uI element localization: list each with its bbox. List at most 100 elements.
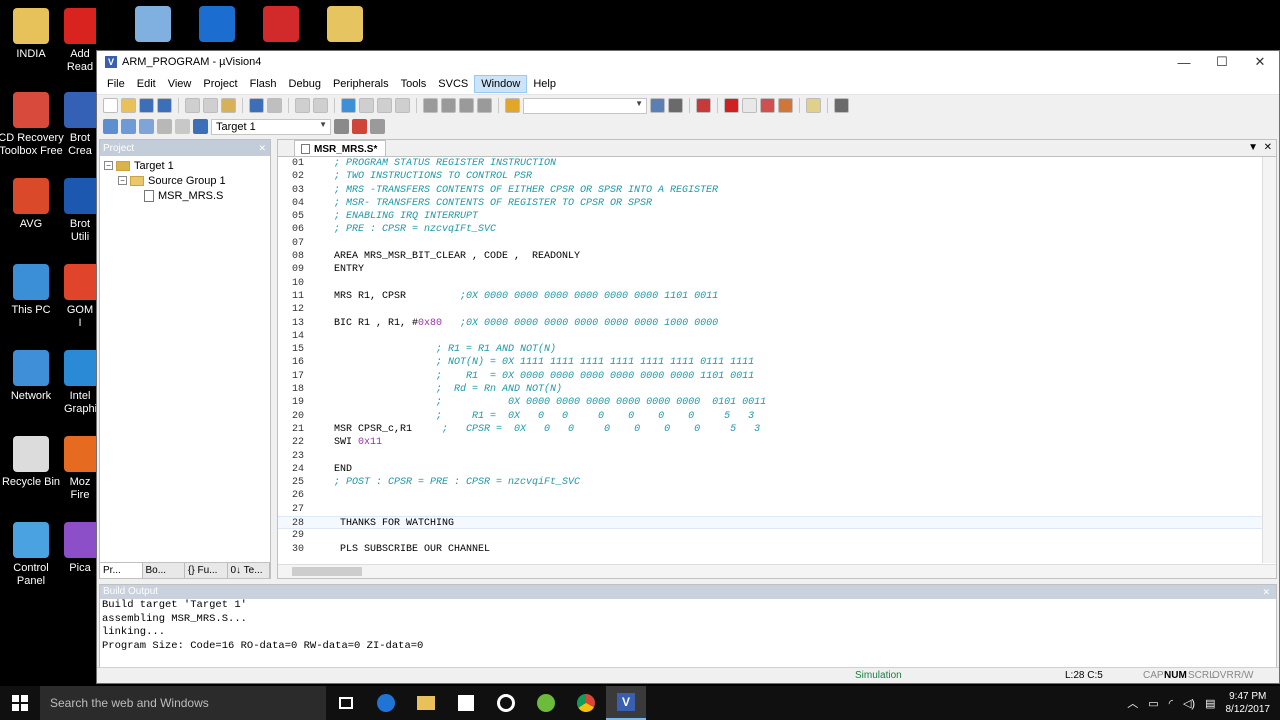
close-button[interactable]: ✕ — [1241, 54, 1279, 70]
nav-back-icon[interactable] — [295, 98, 310, 113]
disable-breakpoint-icon[interactable] — [742, 98, 757, 113]
kill-breakpoints-icon[interactable] — [760, 98, 775, 113]
menu-edit[interactable]: Edit — [131, 76, 162, 92]
code-line[interactable]: 07 — [278, 237, 1263, 250]
utorrent-icon[interactable] — [526, 686, 566, 720]
save-icon[interactable] — [139, 98, 154, 113]
indent-icon[interactable] — [423, 98, 438, 113]
task-view-icon[interactable] — [326, 686, 366, 720]
breakpoint-icon[interactable] — [724, 98, 739, 113]
redo-icon[interactable] — [267, 98, 282, 113]
code-line[interactable]: 21 MSR CPSR_c,R1 ; CPSR = 0X 0 0 0 0 0 0 … — [278, 423, 1263, 436]
find-icon[interactable] — [650, 98, 665, 113]
debug-settings-icon[interactable] — [668, 98, 683, 113]
next-bookmark-icon[interactable] — [377, 98, 392, 113]
new-file-icon[interactable] — [103, 98, 118, 113]
desktop-icon[interactable]: INDIA — [0, 8, 64, 61]
uvision-taskbar-icon[interactable]: V — [606, 686, 646, 720]
code-line[interactable]: 03 ; MRS -TRANSFERS CONTENTS OF EITHER CP… — [278, 184, 1263, 197]
desktop-icon[interactable] — [184, 6, 250, 46]
notifications-icon[interactable]: ▤ — [1205, 697, 1215, 710]
menu-flash[interactable]: Flash — [244, 76, 283, 92]
clear-bookmarks-icon[interactable] — [395, 98, 410, 113]
kill-all-icon[interactable] — [778, 98, 793, 113]
desktop-icon[interactable] — [312, 6, 378, 46]
code-line[interactable]: 19 ; 0X 0000 0000 0000 0000 0000 0000 01… — [278, 396, 1263, 409]
uncomment-icon[interactable] — [477, 98, 492, 113]
bookmark-icon[interactable] — [341, 98, 356, 113]
download-icon[interactable] — [193, 119, 208, 134]
undo-icon[interactable] — [249, 98, 264, 113]
target-select[interactable]: Target 1 ▼ — [211, 118, 331, 135]
code-line[interactable]: 27 — [278, 503, 1263, 516]
code-line[interactable]: 22 SWI 0x11 — [278, 436, 1263, 449]
code-line[interactable]: 08 AREA MRS_MSR_BIT_CLEAR , CODE , READON… — [278, 250, 1263, 263]
find-in-files-icon[interactable] — [505, 98, 520, 113]
close-editor-icon[interactable]: ✕ — [1264, 142, 1272, 153]
code-line[interactable]: 11 MRS R1, CPSR ;0X 0000 0000 0000 0000 0… — [278, 290, 1263, 303]
desktop-icon[interactable]: GOM I — [64, 264, 96, 330]
code-line[interactable]: 20 ; R1 = 0X 0 0 0 0 0 0 5 3 — [278, 410, 1263, 423]
code-line[interactable]: 30 PLS SUBSCRIBE OUR CHANNEL — [278, 543, 1263, 556]
tree-source-group[interactable]: − Source Group 1 — [104, 173, 270, 188]
collapse-icon[interactable]: − — [104, 161, 113, 170]
store-icon[interactable] — [446, 686, 486, 720]
code-line[interactable]: 14 — [278, 330, 1263, 343]
collapse-icon[interactable]: − — [118, 176, 127, 185]
desktop-icon[interactable]: Recycle Bin — [0, 436, 64, 489]
tree-target[interactable]: − Target 1 — [104, 158, 270, 173]
edge-icon[interactable] — [366, 686, 406, 720]
code-line[interactable]: 10 — [278, 277, 1263, 290]
desktop-icon[interactable]: Intel Graphi — [64, 350, 96, 416]
project-tab[interactable]: 0↓ Te... — [228, 563, 270, 578]
file-explorer-icon[interactable] — [406, 686, 446, 720]
wifi-icon[interactable]: ◜ — [1169, 697, 1173, 710]
code-line[interactable]: 16 ; NOT(N) = 0X 1111 1111 1111 1111 111… — [278, 356, 1263, 369]
nav-forward-icon[interactable] — [313, 98, 328, 113]
menu-svcs[interactable]: SVCS — [432, 76, 474, 92]
start-debug-icon[interactable] — [696, 98, 711, 113]
chevron-up-icon[interactable]: ︿ — [1127, 695, 1138, 711]
comment-icon[interactable] — [459, 98, 474, 113]
open-icon[interactable] — [121, 98, 136, 113]
editor-tab-msr-mrs[interactable]: MSR_MRS.S* — [294, 140, 387, 156]
code-line[interactable]: 12 — [278, 303, 1263, 316]
maximize-button[interactable]: ☐ — [1203, 54, 1241, 70]
menu-project[interactable]: Project — [197, 76, 243, 92]
scrollbar-thumb[interactable] — [292, 567, 362, 576]
menu-file[interactable]: File — [101, 76, 131, 92]
taskbar-search-box[interactable]: Search the web and Windows — [40, 686, 326, 720]
target-options-icon[interactable] — [334, 119, 349, 134]
code-line[interactable]: 05 ; ENABLING IRQ INTERRUPT — [278, 210, 1263, 223]
desktop-icon[interactable] — [120, 6, 186, 46]
menu-tools[interactable]: Tools — [395, 76, 433, 92]
stop-build-icon[interactable] — [175, 119, 190, 134]
pane-close-icon[interactable]: ✕ — [1262, 585, 1270, 599]
unindent-icon[interactable] — [441, 98, 456, 113]
code-line[interactable]: 04 ; MSR- TRANSFERS CONTENTS OF REGISTER … — [278, 197, 1263, 210]
code-line[interactable]: 28 THANKS FOR WATCHING — [278, 516, 1263, 530]
code-line[interactable]: 09 ENTRY — [278, 263, 1263, 276]
prev-bookmark-icon[interactable] — [359, 98, 374, 113]
batch-build-icon[interactable] — [157, 119, 172, 134]
menu-help[interactable]: Help — [527, 76, 562, 92]
configure-icon[interactable] — [834, 98, 849, 113]
battery-icon[interactable]: ▭ — [1148, 697, 1158, 710]
volume-icon[interactable]: ◁) — [1183, 697, 1195, 710]
save-all-icon[interactable] — [157, 98, 172, 113]
desktop-icon[interactable]: This PC — [0, 264, 64, 317]
code-line[interactable]: 26 — [278, 489, 1263, 502]
build-icon[interactable] — [121, 119, 136, 134]
pane-close-icon[interactable]: ✕ — [258, 143, 270, 154]
code-line[interactable]: 17 ; R1 = 0X 0000 0000 0000 0000 0000 00… — [278, 370, 1263, 383]
desktop-icon[interactable]: CD Recovery Toolbox Free — [0, 92, 64, 158]
code-area[interactable]: 01; PROGRAM STATUS REGISTER INSTRUCTION 0… — [278, 157, 1263, 563]
code-line[interactable]: 15 ; R1 = R1 AND NOT(N) — [278, 343, 1263, 356]
code-line[interactable]: 29 — [278, 529, 1263, 542]
file-extensions-icon[interactable] — [370, 119, 385, 134]
desktop-icon[interactable]: AVG — [0, 178, 64, 231]
code-line[interactable]: 24 END — [278, 463, 1263, 476]
code-line[interactable]: 18 ; Rd = Rn AND NOT(N) — [278, 383, 1263, 396]
code-line[interactable]: 23 — [278, 450, 1263, 463]
code-line[interactable]: 01 ; PROGRAM STATUS REGISTER INSTRUCTION — [278, 157, 1263, 170]
